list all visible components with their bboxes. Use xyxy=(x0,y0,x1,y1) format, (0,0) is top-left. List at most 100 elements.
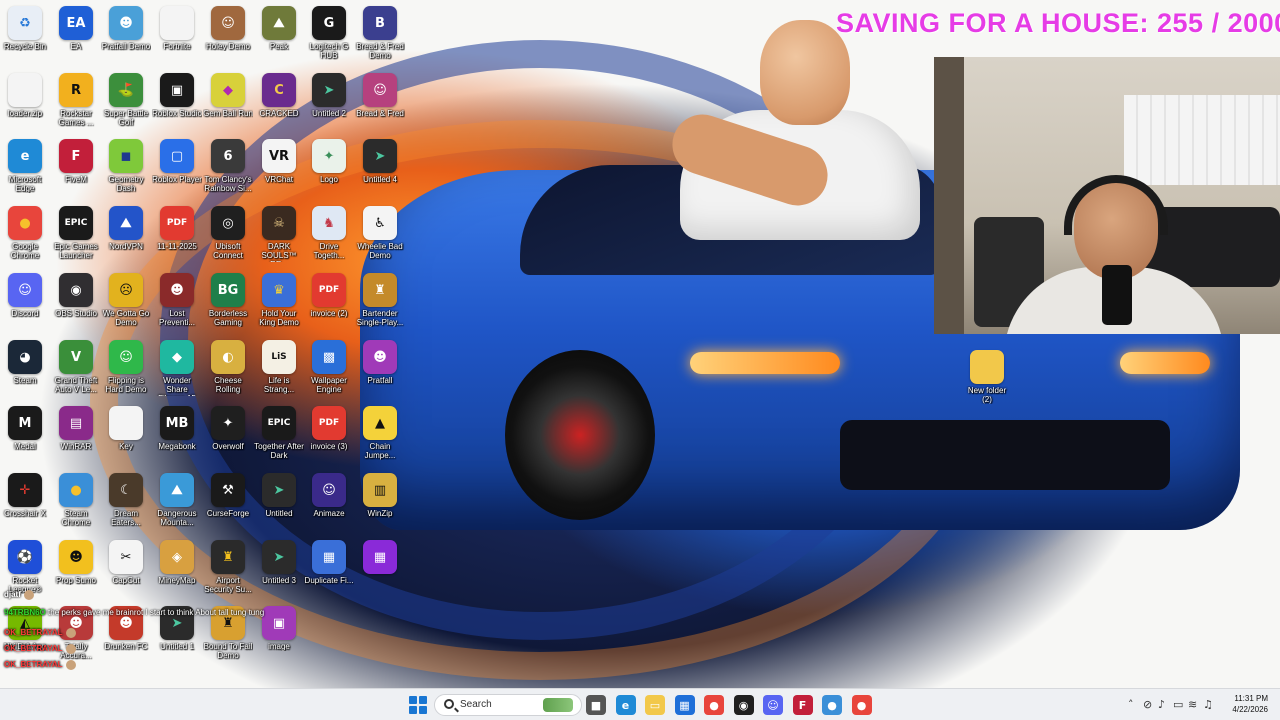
file-explorer-app-icon[interactable]: ■ xyxy=(586,695,606,715)
desktop-icon-capcut[interactable]: ✂ CapCut xyxy=(101,540,151,585)
desktop-icon-winrar[interactable]: ▤ WinRAR xyxy=(51,406,101,451)
desktop-icon-fivem[interactable]: F FiveM xyxy=(51,139,101,184)
desktop-icon-wonder-share-filmora-15[interactable]: ◆Wonder Share Filmora 15 xyxy=(152,340,202,396)
chrome-app-icon[interactable]: ● xyxy=(704,695,724,715)
desktop-icon-pratfall[interactable]: ☻ Pratfall xyxy=(355,340,405,385)
desktop-icon-megabonk[interactable]: MB Megabonk xyxy=(152,406,202,451)
chevron-up-icon[interactable]: ˄ xyxy=(1128,698,1134,711)
desktop-icon-ubisoft-connect[interactable]: ◎ Ubisoft Connect xyxy=(203,206,253,260)
webcam-feed xyxy=(934,57,1280,334)
desktop-icon-untitled-2[interactable]: ➤ Untitled 2 xyxy=(304,73,354,118)
display-icon[interactable]: ▭ xyxy=(1173,698,1183,711)
desktop-icon-epic-games-launcher[interactable]: EPIC Epic Games Launcher xyxy=(51,206,101,260)
microphone-icon[interactable]: ♪ xyxy=(1158,698,1165,711)
discord-app-icon[interactable]: ☺ xyxy=(763,695,783,715)
desktop-icon-rockstar-games[interactable]: R Rockstar Games ... xyxy=(51,73,101,127)
desktop-icon-medal[interactable]: M Medal xyxy=(0,406,50,451)
desktop-icon-label: Drive Togeth... xyxy=(313,242,345,260)
desktop-icon-flipping-is-hard-demo[interactable]: ☺ Flipping is Hard Demo xyxy=(101,340,151,394)
desktop-icon-logitech-g-hub[interactable]: G Logitech G HUB xyxy=(304,6,354,60)
desktop-icon-ea[interactable]: EA EA xyxy=(51,6,101,51)
desktop-icon-label: MineyMap xyxy=(158,576,196,585)
volume-icon[interactable]: ♫ xyxy=(1203,698,1213,711)
desktop-icon-dangerous-mounta[interactable]: ⛰ Dangerous Mounta... xyxy=(152,473,202,527)
desktop-icon-untitled-4[interactable]: ➤ Untitled 4 xyxy=(355,139,405,184)
desktop-icon-together-after-dark[interactable]: EPIC Together After Dark xyxy=(254,406,304,460)
ea-icon: EA xyxy=(59,6,93,40)
desktop-icon-unnamed[interactable]: ▦ xyxy=(355,540,405,576)
desktop-icon-airport-security-su[interactable]: ♜ Airport Security Su... xyxy=(203,540,253,594)
desktop-icon-fortnite[interactable]: Fortnite xyxy=(152,6,202,51)
desktop-icon-discord[interactable]: ☺ Discord xyxy=(0,273,50,318)
desktop-icon-mineymap[interactable]: ◈ MineyMap xyxy=(152,540,202,585)
wifi-icon[interactable]: ≋ xyxy=(1188,698,1197,711)
desktop-icon-invoice-2[interactable]: PDF invoice (2) xyxy=(304,273,354,318)
desktop-icon-tom-clancy-s-rainbow-si[interactable]: 6 Tom Clancy's Rainbow Si... xyxy=(203,139,253,193)
desktop-icon-drive-togeth[interactable]: ♞ Drive Togeth... xyxy=(304,206,354,260)
desktop-icon-wallpaper-engine[interactable]: ▩ Wallpaper Engine xyxy=(304,340,354,394)
desktop-icon-invoice-3[interactable]: PDF invoice (3) xyxy=(304,406,354,451)
desktop-icon-obs-studio[interactable]: ◉ OBS Studio xyxy=(51,273,101,318)
desktop-icon-bartender-single-play[interactable]: ♜ Bartender Single-Play... xyxy=(355,273,405,327)
desktop-icon-steam[interactable]: ◕ Steam xyxy=(0,340,50,385)
desktop-icon-11-11-2025[interactable]: PDF 11-11-2025 xyxy=(152,206,202,251)
desktop-icon-gem-ball-run[interactable]: ◆ Gem Ball Run xyxy=(203,73,253,118)
desktop-icon-lost-preventi[interactable]: ☻ Lost Preventi... xyxy=(152,273,202,327)
desktop-icon-roblox-studio[interactable]: ▣ Roblox Studio xyxy=(152,73,202,118)
invoice-2-icon: PDF xyxy=(312,273,346,307)
desktop-icon-vrchat[interactable]: VR VRChat xyxy=(254,139,304,184)
wallpaper-car-headlight-left xyxy=(690,352,840,374)
fivem-app-icon[interactable]: F xyxy=(792,695,813,715)
desktop-icon-wheelie-bad-demo[interactable]: ♿ Wheelie Bad Demo xyxy=(355,206,405,260)
desktop-icon-geometry-dash[interactable]: ◼ Geometry Dash xyxy=(101,139,151,193)
chrome-alt-app-icon[interactable]: ● xyxy=(822,695,842,715)
desktop-icon-cheese-rolling[interactable]: ◐ Cheese Rolling xyxy=(203,340,253,394)
desktop-icon-untitled-3[interactable]: ➤ Untitled 3 xyxy=(254,540,304,585)
taskbar-clock[interactable]: 11:31 PM 4/22/2026 xyxy=(1222,693,1268,715)
desktop-icon-microsoft-edge[interactable]: e Microsoft Edge xyxy=(0,139,50,193)
desktop-icon-new-folder-2[interactable]: ▭ New folder (2) xyxy=(962,350,1012,404)
desktop-icon-dream-eaters[interactable]: ☾ Dream Eaters... xyxy=(101,473,151,527)
store-app-icon[interactable]: ▦ xyxy=(674,695,695,715)
desktop-icon-curseforge[interactable]: ⚒ CurseForge xyxy=(203,473,253,518)
desktop-icon-recycle-bin[interactable]: ♻ Recycle Bin xyxy=(0,6,50,51)
desktop-icon-cracked[interactable]: C CRACKED xyxy=(254,73,304,118)
recording-app-icon[interactable]: ◉ xyxy=(733,695,754,715)
desktop-icon-animaze[interactable]: ☺ Animaze xyxy=(304,473,354,518)
desktop-icon-winzip[interactable]: ▥ WinZip xyxy=(355,473,405,518)
desktop-icon-steam-chrome[interactable]: ● Steam Chrome xyxy=(51,473,101,527)
folder-app-icon[interactable]: ▭ xyxy=(645,695,665,715)
desktop-icon-label: We Gotta Go Demo xyxy=(102,309,150,327)
desktop-icon-untitled[interactable]: ➤ Untitled xyxy=(254,473,304,518)
desktop-icon-holey-demo[interactable]: ☺ Holey Demo xyxy=(203,6,253,51)
taskbar-search-box[interactable]: Search xyxy=(434,694,582,716)
desktop-icon-hold-your-king-demo[interactable]: ♛ Hold Your King Demo xyxy=(254,273,304,327)
desktop-icon-super-battle-golf[interactable]: ⛳ Super Battle Golf xyxy=(101,73,151,127)
desktop-icon-logo[interactable]: ✦ Logo xyxy=(304,139,354,184)
desktop-icon-pratfall-demo[interactable]: ☻ Pratfall Demo xyxy=(101,6,151,51)
desktop-icon-nordvpn[interactable]: ⛰ NordVPN xyxy=(101,206,151,251)
desktop-icon-duplicate-fi[interactable]: ▦ Duplicate Fi... xyxy=(304,540,354,585)
desktop-icon-we-gotta-go-demo[interactable]: ☹ We Gotta Go Demo xyxy=(101,273,151,327)
desktop-icon-borderless-gaming[interactable]: BG Borderless Gaming xyxy=(203,273,253,327)
chain-jumpe-icon: ▲ xyxy=(363,406,397,440)
desktop-icon-bread-fred[interactable]: ☺ Bread & Fred xyxy=(355,73,405,118)
desktop-icon-rocket-league[interactable]: ⚽ Rocket League® xyxy=(0,540,50,594)
desktop-icon-roblox-player[interactable]: ▢ Roblox Player xyxy=(152,139,202,184)
desktop-icon-crosshair-x[interactable]: ✛ Crosshair X xyxy=(0,473,50,518)
desktop-icon-key[interactable]: Key xyxy=(101,406,151,451)
desktop-icon-life-is-strang[interactable]: LiS Life is Strang... xyxy=(254,340,304,394)
desktop-icon-prop-sumo[interactable]: ☻ Prop Sumo xyxy=(51,540,101,585)
desktop-icon-loader-zip[interactable]: loader.zip xyxy=(0,73,50,118)
desktop-icon-bread-fred-demo[interactable]: B Bread & Fred Demo xyxy=(355,6,405,60)
desktop-icon-overwolf[interactable]: ✦ Overwolf xyxy=(203,406,253,451)
chrome-profile-app-icon[interactable]: ● xyxy=(851,695,872,715)
desktop-icon-google-chrome[interactable]: ● Google Chrome xyxy=(0,206,50,260)
desktop-icon-grand-theft-auto-v-le[interactable]: V Grand Theft Auto V Le... xyxy=(51,340,101,394)
network-off-icon[interactable]: ⊘ xyxy=(1143,698,1152,711)
desktop-icon-dark-souls-re[interactable]: ☠DARK SOULS™ RE... xyxy=(254,206,304,262)
edge-app-icon[interactable]: e xyxy=(615,695,636,715)
start-button[interactable] xyxy=(409,696,427,714)
desktop-icon-chain-jumpe[interactable]: ▲ Chain Jumpe... xyxy=(355,406,405,460)
desktop-icon-peak[interactable]: ⛰ Peak xyxy=(254,6,304,51)
